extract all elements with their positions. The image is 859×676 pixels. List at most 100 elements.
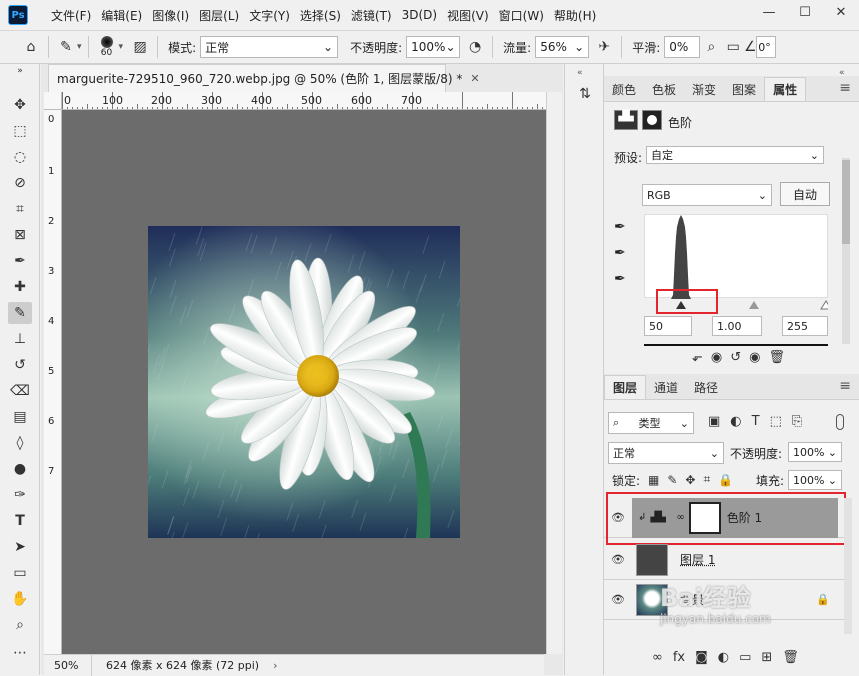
crop-tool-icon[interactable]: ⌗ [8,198,32,220]
zoom-tool-icon[interactable]: ⌕ [8,614,32,636]
layer-row-layer1[interactable]: 👁 图层 1 [604,540,844,580]
search-icon[interactable]: ⌕ [700,36,722,58]
add-mask-icon[interactable]: ◙ [695,650,708,665]
auto-button[interactable]: 自动 [780,182,830,206]
tab-paths[interactable]: 路径 [686,375,726,399]
filter-adjustment-icon[interactable]: ◐ [730,414,741,429]
input-black-field[interactable]: 50 [644,316,692,336]
lock-all-icon[interactable]: 🔒 [718,473,733,487]
menu-layer[interactable]: 图层(L) [194,7,244,24]
menu-view[interactable]: 视图(V) [442,7,494,24]
tab-channels[interactable]: 通道 [646,375,686,399]
brush-tool-icon[interactable]: ✎ [8,302,32,324]
angle-input[interactable]: 0° [756,36,776,58]
tab-layers[interactable]: 图层 [604,375,646,399]
filter-smart-object-icon[interactable]: ⎘ [792,414,802,429]
vertical-ruler[interactable]: 0 1 2 3 4 5 6 7 [44,110,62,654]
tab-properties[interactable]: 属性 [764,77,806,101]
menu-window[interactable]: 窗口(W) [494,7,549,24]
gray-point-eyedropper-icon[interactable]: ✒ [614,245,626,261]
white-point-slider-handle[interactable] [821,301,828,309]
lock-artboard-icon[interactable]: ⌗ [703,472,710,487]
fx-icon[interactable]: fx [673,650,685,665]
vertical-scrollbar[interactable] [546,92,562,654]
eraser-tool-icon[interactable]: ⌫ [8,380,32,402]
layers-scrollbar[interactable] [844,498,852,634]
layer-opacity-input[interactable]: 100% ⌄ [788,442,842,462]
menu-type[interactable]: 文字(Y) [244,7,295,24]
move-tool-icon[interactable]: ✥ [8,94,32,116]
hand-tool-icon[interactable]: ✋ [8,588,32,610]
fill-input[interactable]: 100% ⌄ [788,470,842,490]
brush-preset-picker[interactable]: 60 [95,36,119,58]
menu-select[interactable]: 选择(S) [295,7,346,24]
brush-tool-icon[interactable]: ✎ [55,36,77,58]
collapse-icon[interactable]: « [577,68,583,78]
new-layer-icon[interactable]: ⊞ [761,650,772,665]
quick-selection-tool-icon[interactable]: ⊘ [8,172,32,194]
panel-menu-icon[interactable]: ≡ [839,378,851,394]
chevron-down-icon[interactable]: ▾ [77,42,82,52]
horizontal-ruler[interactable]: 0 100 200 300 400 500 600 700 [62,92,546,110]
eye-icon[interactable]: 👁 [604,553,632,566]
brush-settings-icon[interactable]: ▨ [129,36,151,58]
delete-icon[interactable]: 🗑 [768,350,785,365]
history-brush-tool-icon[interactable]: ↺ [8,354,32,376]
visibility-icon[interactable]: ◉ [749,350,760,365]
flow-input[interactable]: 56% ⌄ [535,36,589,58]
menu-file[interactable]: 文件(F) [46,7,96,24]
rectangle-tool-icon[interactable]: ▭ [8,562,32,584]
link-layers-icon[interactable]: ∞ [652,650,663,665]
menu-3d[interactable]: 3D(D) [397,8,442,22]
filter-toggle[interactable] [836,414,844,430]
ruler-origin[interactable] [44,92,62,110]
lock-transparent-icon[interactable]: ▦ [648,473,659,487]
minimize-button[interactable]: — [751,0,787,24]
menu-image[interactable]: 图像(I) [147,7,194,24]
clip-to-layer-icon[interactable]: ⬐ [692,350,703,365]
restore-button[interactable]: ☐ [787,0,823,24]
new-group-icon[interactable]: ▭ [739,650,751,665]
input-gamma-field[interactable]: 1.00 [712,316,762,336]
channel-select[interactable]: RGB ⌄ [642,184,772,206]
properties-scrollbar[interactable] [842,158,850,344]
type-tool-icon[interactable]: T [8,510,32,532]
eye-icon[interactable]: 👁 [604,593,632,606]
tab-gradients[interactable]: 渐变 [684,77,724,101]
reset-icon[interactable]: ↺ [730,350,741,365]
gamma-slider-handle[interactable] [749,301,759,309]
close-icon[interactable]: ✕ [470,72,479,85]
menu-edit[interactable]: 编辑(E) [96,7,147,24]
filter-type-icon[interactable]: T [752,414,760,429]
lock-image-icon[interactable]: ✎ [667,473,677,487]
document-tab[interactable]: marguerite-729510_960_720.webp.jpg @ 50%… [48,64,446,92]
tab-color[interactable]: 颜色 [604,77,644,101]
blend-mode-select[interactable]: 正常 ⌄ [608,442,724,464]
filter-shape-icon[interactable]: ⬚ [770,414,782,429]
mode-select[interactable]: 正常 ⌄ [200,36,338,58]
chevron-down-icon[interactable]: ▾ [119,42,124,52]
document-canvas-image[interactable] [148,226,460,538]
filter-pixel-icon[interactable]: ▣ [708,414,720,429]
frame-tool-icon[interactable]: ⊠ [8,224,32,246]
preset-select[interactable]: 自定 ⌄ [646,146,824,164]
panel-menu-icon[interactable]: ≡ [839,80,851,96]
marquee-tool-icon[interactable]: ⬚ [8,120,32,142]
menu-filter[interactable]: 滤镜(T) [346,7,397,24]
history-panel-icon[interactable]: ⇅ [575,86,595,110]
tab-swatches[interactable]: 色板 [644,77,684,101]
smoothing-input[interactable]: 0% [664,36,700,58]
blur-tool-icon[interactable]: ◊ [8,432,32,454]
opacity-input[interactable]: 100% ⌄ [406,36,460,58]
layer-mask-icon[interactable] [642,110,662,130]
layer-filter-select[interactable]: ⌕ 类型 ⌄ [608,412,694,434]
input-white-field[interactable]: 255 [782,316,828,336]
smoothing-options-icon[interactable]: ▭ [722,36,744,58]
pressure-opacity-icon[interactable]: ◔ [464,36,486,58]
close-button[interactable]: ✕ [823,0,859,24]
delete-layer-icon[interactable]: 🗑 [782,650,799,665]
dodge-tool-icon[interactable]: ● [8,458,32,480]
path-selection-tool-icon[interactable]: ➤ [8,536,32,558]
menu-help[interactable]: 帮助(H) [549,7,601,24]
clone-stamp-tool-icon[interactable]: ⊥ [8,328,32,350]
